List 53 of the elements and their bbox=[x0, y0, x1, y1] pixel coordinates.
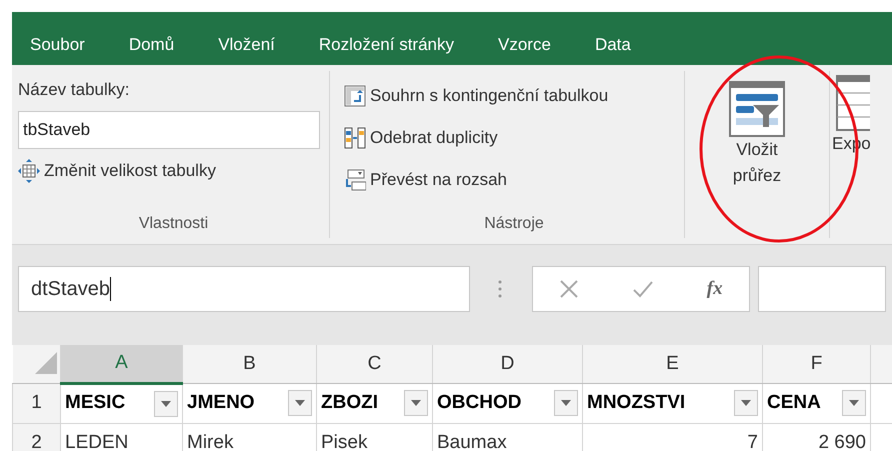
column-header[interactable]: C bbox=[316, 345, 432, 383]
dropdown-arrow-icon bbox=[411, 400, 421, 406]
table-name-field[interactable]: tbStaveb bbox=[18, 110, 320, 148]
ribbon-tab[interactable]: Vzorce bbox=[498, 32, 573, 57]
ribbon-command[interactable]: Odebrat duplicity bbox=[344, 117, 684, 159]
ribbon-tab[interactable]: Soubor bbox=[30, 32, 107, 57]
cancel-icon bbox=[559, 279, 580, 299]
column-header[interactable]: D bbox=[432, 345, 582, 383]
name-box[interactable]: dtStaveb bbox=[18, 266, 470, 312]
filter-dropdown-button[interactable] bbox=[288, 390, 312, 416]
table-name-label: Název tabulky: bbox=[18, 79, 130, 101]
slicer-icon bbox=[729, 81, 785, 137]
column-name: JMENO bbox=[187, 390, 255, 415]
group-label: Vlastnosti bbox=[138, 214, 210, 234]
dropdown-arrow-icon bbox=[849, 400, 859, 406]
filter-dropdown-button[interactable] bbox=[404, 390, 428, 416]
dropdown-arrow-icon bbox=[741, 400, 751, 406]
filter-dropdown-button[interactable] bbox=[842, 390, 866, 416]
table-icon bbox=[836, 75, 870, 131]
column-header[interactable]: E bbox=[582, 345, 762, 383]
row-header[interactable]: 1 bbox=[12, 383, 60, 423]
checkmark-icon bbox=[632, 279, 654, 299]
resize-table-icon bbox=[18, 158, 40, 182]
dropdown-arrow-icon bbox=[295, 400, 305, 406]
column-name: MNOZSTVI bbox=[587, 390, 686, 415]
ribbon-command[interactable]: Souhrn s kontingenční tabulkou bbox=[344, 75, 684, 117]
ribbon-command[interactable]: Převést na rozsah bbox=[344, 159, 684, 201]
column-name: MESIC bbox=[65, 391, 126, 416]
corner-triangle-icon bbox=[35, 352, 58, 374]
resize-table-button[interactable]: Změnit velikost tabulky bbox=[18, 152, 329, 188]
dropdown-arrow-icon bbox=[161, 400, 171, 406]
filter-dropdown-button[interactable] bbox=[154, 390, 178, 416]
column-header[interactable]: A bbox=[60, 345, 182, 383]
column-name: OBCHOD bbox=[437, 390, 522, 415]
column-header[interactable]: F bbox=[762, 345, 870, 383]
ribbon-tab[interactable]: Data bbox=[594, 32, 653, 57]
ribbon-tab[interactable]: Rozložení stránky bbox=[318, 32, 476, 57]
insert-function-button[interactable]: fx bbox=[706, 274, 723, 304]
row-header[interactable]: 2 bbox=[12, 423, 60, 451]
convert-to-range-icon bbox=[344, 169, 366, 191]
filter-dropdown-button[interactable] bbox=[554, 390, 578, 416]
remove-duplicates-icon bbox=[344, 127, 366, 149]
formula-field[interactable] bbox=[758, 266, 886, 312]
pivot-table-icon bbox=[344, 85, 366, 107]
column-name: CENA bbox=[767, 390, 821, 415]
filter-dropdown-button[interactable] bbox=[734, 390, 758, 416]
ribbon-tab[interactable]: Vložení bbox=[218, 32, 297, 57]
ribbon-tab[interactable]: Domů bbox=[128, 32, 196, 57]
grip-icon bbox=[498, 280, 502, 298]
dropdown-arrow-icon bbox=[561, 400, 571, 406]
group-label: Nástroje bbox=[483, 214, 545, 234]
column-header[interactable]: B bbox=[182, 345, 316, 383]
column-name: ZBOZI bbox=[321, 390, 378, 415]
